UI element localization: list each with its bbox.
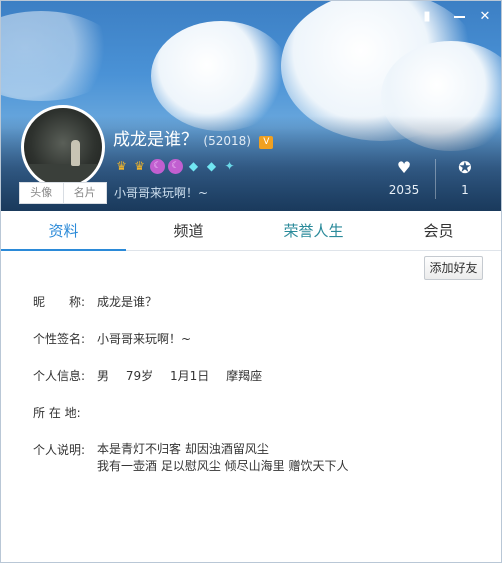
minimize-button[interactable] xyxy=(448,7,470,27)
moon-icon[interactable]: ☾ xyxy=(168,159,183,174)
detail-row-description: 个人说明: 本是青灯不归客 却因浊酒留风尘 我有一壶酒 足以慰风尘 倾尽山海里 … xyxy=(33,441,348,475)
personal-info-label: 个人信息: xyxy=(33,369,86,383)
nickname-label: 昵 称: xyxy=(33,295,86,309)
signature-header: 小哥哥来玩啊！~ xyxy=(114,186,209,200)
description-label: 个人说明: xyxy=(33,443,86,457)
cloud-shape xyxy=(151,21,291,131)
description-line: 我有一壶酒 足以慰风尘 倾尽山海里 赠饮天下人 xyxy=(97,459,349,473)
close-button[interactable]: ✕ xyxy=(474,7,496,27)
detail-row-signature: 个性签名: 小哥哥来玩啊！~ xyxy=(33,330,348,347)
stat-divider xyxy=(435,159,436,199)
tab-channel[interactable]: 频道 xyxy=(126,211,251,250)
vip-badge-icon[interactable]: V xyxy=(259,136,274,149)
moon-icon[interactable]: ☾ xyxy=(150,159,165,174)
nickname-value: 成龙是谁？ xyxy=(97,295,158,309)
badge-row: ♛ ♛ ☾ ☾ ◆ ◆ ✦ xyxy=(114,159,237,174)
profile-details: 昵 称: 成龙是谁？ 个性签名: 小哥哥来玩啊！~ 个人信息: 男 79岁 1月… xyxy=(33,293,348,475)
avatar-tab-photo[interactable]: 头像 xyxy=(20,183,63,203)
tab-honor[interactable]: 荣誉人生 xyxy=(251,211,376,250)
likes-stat[interactable]: ♥ 2035 xyxy=(379,157,429,197)
birthday-value: 1月1日 xyxy=(169,369,210,383)
avatar[interactable] xyxy=(21,105,105,189)
heart-icon: ♥ xyxy=(396,158,412,177)
avatar-tabs: 头像 名片 xyxy=(19,182,107,204)
cloud-shape xyxy=(1,11,121,101)
gender-value: 男 xyxy=(97,369,110,383)
signature-value: 小哥哥来玩啊！~ xyxy=(97,332,192,346)
age-value: 79岁 xyxy=(125,369,154,383)
tab-membership[interactable]: 会员 xyxy=(376,211,501,250)
detail-row-personal: 个人信息: 男 79岁 1月1日 摩羯座 xyxy=(33,367,348,384)
add-friend-button[interactable]: 添加好友 xyxy=(424,256,483,280)
personal-info-value: 男 79岁 1月1日 摩羯座 xyxy=(97,367,262,384)
nickname-heading: 成龙是谁？ (52018) V xyxy=(113,125,274,150)
star-icon[interactable]: ✦ xyxy=(222,159,237,174)
medal-icon: ✪ xyxy=(458,158,472,177)
location-label: 所 在 地: xyxy=(33,406,81,420)
zodiac-value: 摩羯座 xyxy=(226,369,263,383)
description-value: 本是青灯不归客 却因浊酒留风尘 我有一壶酒 足以慰风尘 倾尽山海里 赠饮天下人 xyxy=(97,441,348,475)
awards-count: 1 xyxy=(461,183,469,197)
profile-window: ▮ ✕ 头像 名片 成龙是谁？ (52018) V ♛ ♛ ☾ ☾ ◆ ◆ ✦ … xyxy=(0,0,502,563)
likes-count: 2035 xyxy=(388,183,420,197)
diamond-icon[interactable]: ◆ xyxy=(204,159,219,174)
avatar-figure xyxy=(71,140,80,166)
uid-text: (52018) xyxy=(203,134,251,148)
nickname-text: 成龙是谁？ xyxy=(113,130,198,150)
diamond-icon[interactable]: ◆ xyxy=(186,159,201,174)
avatar-tab-card[interactable]: 名片 xyxy=(62,183,107,203)
skin-icon[interactable]: ▮ xyxy=(416,7,438,27)
signature-label: 个性签名: xyxy=(33,332,86,346)
detail-row-nickname: 昵 称: 成龙是谁？ xyxy=(33,293,348,310)
profile-tabs: 资料 频道 荣誉人生 会员 xyxy=(1,211,501,251)
crown-icon[interactable]: ♛ xyxy=(114,159,129,174)
crown-icon[interactable]: ♛ xyxy=(132,159,147,174)
tab-profile[interactable]: 资料 xyxy=(1,211,126,251)
description-line: 本是青灯不归客 却因浊酒留风尘 xyxy=(97,442,269,456)
detail-row-location: 所 在 地: xyxy=(33,404,348,421)
awards-stat[interactable]: ✪ 1 xyxy=(440,157,490,197)
